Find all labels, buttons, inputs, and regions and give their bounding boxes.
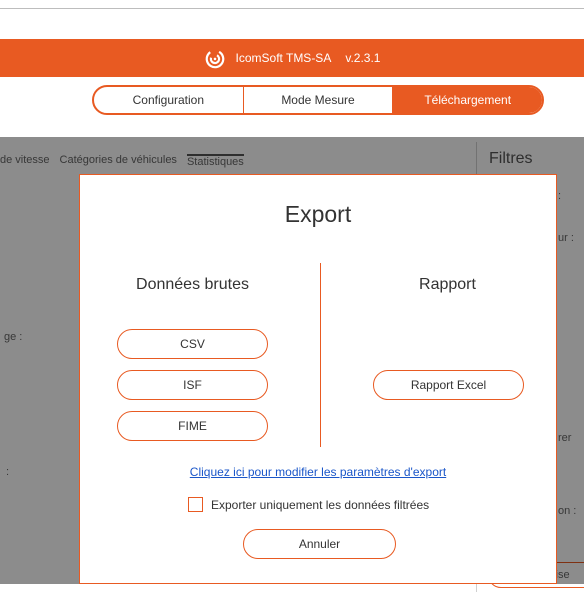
fime-label: FIME (178, 419, 207, 433)
excel-report-label: Rapport Excel (410, 378, 487, 392)
app-version: v.2.3.1 (345, 51, 381, 65)
isf-label: ISF (183, 378, 202, 392)
filtered-only-row: Exporter uniquement les données filtrées (188, 497, 429, 512)
signal-logo-icon (205, 49, 224, 69)
cancel-label: Annuler (298, 537, 341, 551)
dialog-title: Export (284, 201, 352, 227)
tab-telechargement[interactable]: Téléchargement (392, 87, 542, 113)
raw-data-title: Données brutes (136, 276, 249, 293)
export-settings-link[interactable]: Cliquez ici pour modifier les paramètres… (80, 465, 556, 479)
csv-label: CSV (180, 337, 205, 351)
fime-button[interactable]: FIME (117, 411, 268, 441)
isf-button[interactable]: ISF (117, 370, 268, 400)
top-divider (0, 8, 584, 9)
excel-report-button[interactable]: Rapport Excel (373, 370, 524, 400)
report-title: Rapport (419, 276, 476, 293)
column-divider (320, 263, 321, 447)
filtered-only-checkbox[interactable] (188, 497, 203, 512)
filtered-only-label: Exporter uniquement les données filtrées (211, 497, 430, 512)
cancel-button[interactable]: Annuler (243, 529, 396, 559)
export-dialog: Export Données brutes Rapport CSV ISF FI… (79, 174, 557, 584)
tab-mode-mesure[interactable]: Mode Mesure (242, 87, 393, 113)
main-nav: Configuration Mode Mesure Téléchargement (92, 85, 544, 115)
csv-button[interactable]: CSV (117, 329, 268, 359)
app-title: IcomSoft TMS-SA (235, 51, 332, 65)
app-header: IcomSoft TMS-SA v.2.3.1 (0, 39, 584, 77)
tab-configuration[interactable]: Configuration (94, 87, 243, 113)
